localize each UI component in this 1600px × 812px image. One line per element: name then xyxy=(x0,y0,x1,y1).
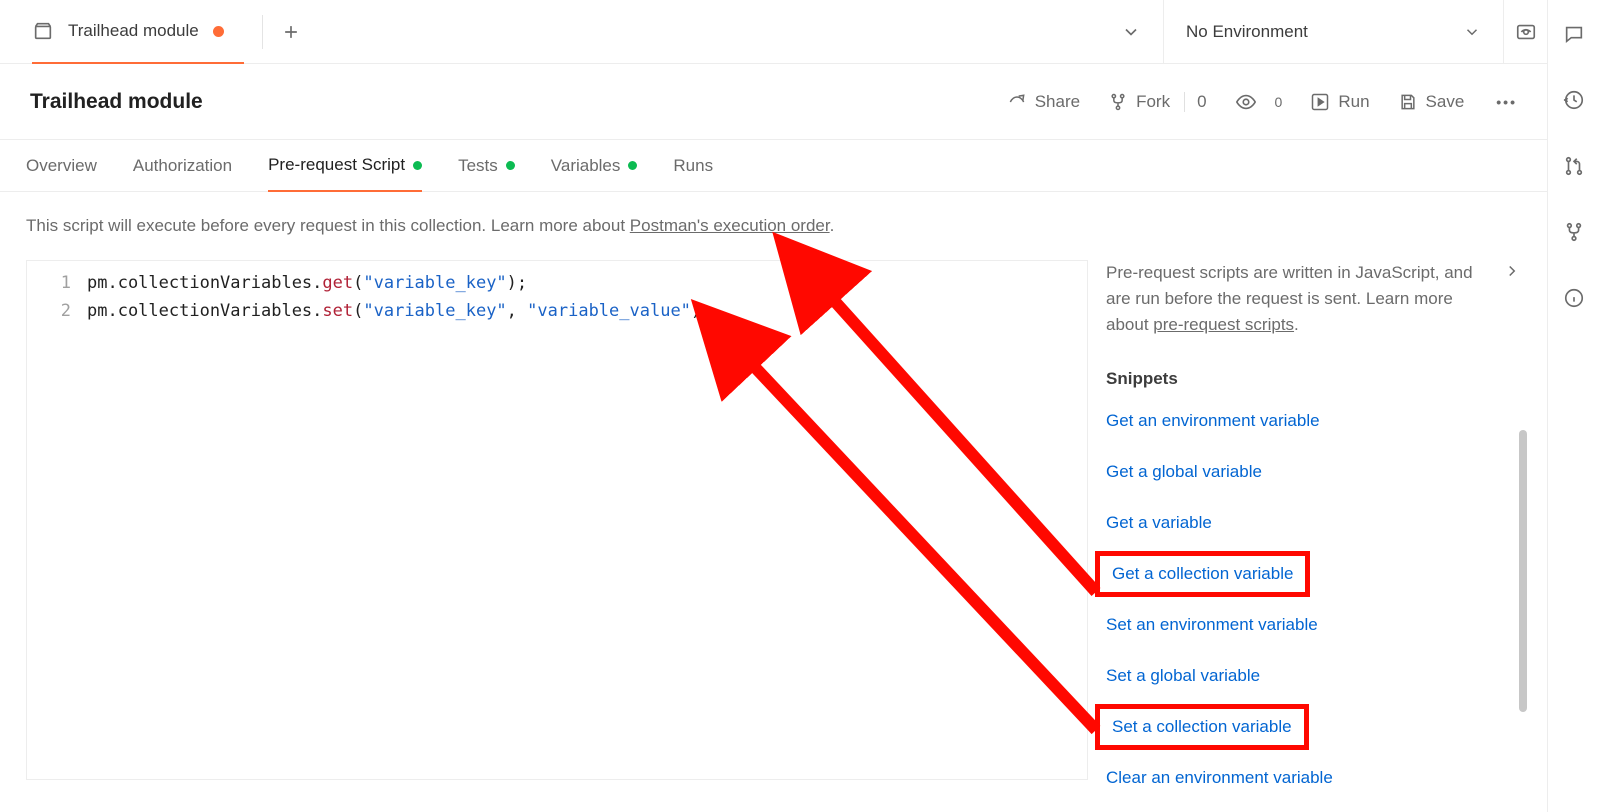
share-button[interactable]: Share xyxy=(1007,92,1080,112)
code-gutter: 1 2 xyxy=(27,261,87,779)
snippet-set-environment-variable[interactable]: Set an environment variable xyxy=(1106,613,1318,637)
prerequest-scripts-link[interactable]: pre-request scripts xyxy=(1153,315,1294,334)
code-content: pm.collectionVariables.get("variable_key… xyxy=(87,261,727,779)
snippets-title: Snippets xyxy=(1106,369,1521,389)
run-label: Run xyxy=(1338,92,1369,112)
environment-selector[interactable]: No Environment xyxy=(1163,0,1503,64)
snippets-scrollbar[interactable] xyxy=(1519,430,1527,712)
environment-selected-label: No Environment xyxy=(1186,22,1308,42)
subtab-runs[interactable]: Runs xyxy=(673,140,713,192)
snippet-set-collection-variable[interactable]: Set a collection variable xyxy=(1106,715,1298,739)
subtab-overview[interactable]: Overview xyxy=(26,140,97,192)
tabs-dropdown-button[interactable] xyxy=(1121,22,1141,42)
workspace-tab[interactable]: Trailhead module xyxy=(32,0,244,64)
subtab-tests[interactable]: Tests xyxy=(458,140,515,192)
modified-indicator-icon xyxy=(506,161,515,170)
watch-count: 0 xyxy=(1271,94,1283,110)
fork-count: 0 xyxy=(1184,92,1206,112)
subtab-prerequest-script[interactable]: Pre-request Script xyxy=(268,140,422,192)
snippet-get-global-variable[interactable]: Get a global variable xyxy=(1106,460,1262,484)
run-button[interactable]: Run xyxy=(1310,92,1369,112)
info-icon[interactable] xyxy=(1562,286,1586,310)
modified-indicator-icon xyxy=(628,161,637,170)
pull-requests-icon[interactable] xyxy=(1562,154,1586,178)
watch-icon xyxy=(1235,91,1257,113)
snippets-description: Pre-request scripts are written in JavaS… xyxy=(1106,260,1491,339)
title-row: Trailhead module Share Fork 0 0 Run Save… xyxy=(0,64,1547,140)
modified-indicator-icon xyxy=(413,161,422,170)
snippets-panel: Pre-request scripts are written in JavaS… xyxy=(1088,260,1521,812)
collapse-panel-button[interactable] xyxy=(1503,262,1521,280)
right-rail xyxy=(1547,0,1600,812)
environment-quicklook-button[interactable] xyxy=(1503,0,1547,64)
changelog-icon[interactable] xyxy=(1562,88,1586,112)
subtab-authorization[interactable]: Authorization xyxy=(133,140,232,192)
collection-title: Trailhead module xyxy=(30,90,203,114)
snippet-set-global-variable[interactable]: Set a global variable xyxy=(1106,664,1260,688)
more-actions-button[interactable]: ••• xyxy=(1496,94,1517,110)
snippet-get-variable[interactable]: Get a variable xyxy=(1106,511,1212,535)
subtab-variables[interactable]: Variables xyxy=(551,140,638,192)
fork-button[interactable]: Fork 0 xyxy=(1108,92,1206,112)
collection-subtabs: Overview Authorization Pre-request Scrip… xyxy=(0,140,1547,192)
text-cursor-icon xyxy=(713,318,727,322)
snippet-get-collection-variable[interactable]: Get a collection variable xyxy=(1106,562,1299,586)
unsaved-indicator-icon xyxy=(213,26,224,37)
save-label: Save xyxy=(1426,92,1465,112)
execution-order-link[interactable]: Postman's execution order xyxy=(630,216,830,235)
code-editor[interactable]: 1 2 pm.collectionVariables.get("variable… xyxy=(26,260,1088,780)
save-button[interactable]: Save xyxy=(1398,92,1465,112)
tab-divider xyxy=(262,15,263,49)
tabs-bar: Trailhead module No Environment xyxy=(0,0,1547,64)
tab-label: Trailhead module xyxy=(68,21,199,41)
watch-group[interactable]: 0 xyxy=(1235,91,1283,113)
share-label: Share xyxy=(1035,92,1080,112)
forks-icon[interactable] xyxy=(1562,220,1586,244)
add-tab-button[interactable] xyxy=(281,22,301,42)
comments-icon[interactable] xyxy=(1562,22,1586,46)
prerequest-description: This script will execute before every re… xyxy=(26,214,1521,238)
snippet-get-environment-variable[interactable]: Get an environment variable xyxy=(1106,409,1320,433)
snippet-clear-environment-variable[interactable]: Clear an environment variable xyxy=(1106,766,1333,790)
fork-label: Fork xyxy=(1136,92,1170,112)
collection-icon xyxy=(32,20,54,42)
